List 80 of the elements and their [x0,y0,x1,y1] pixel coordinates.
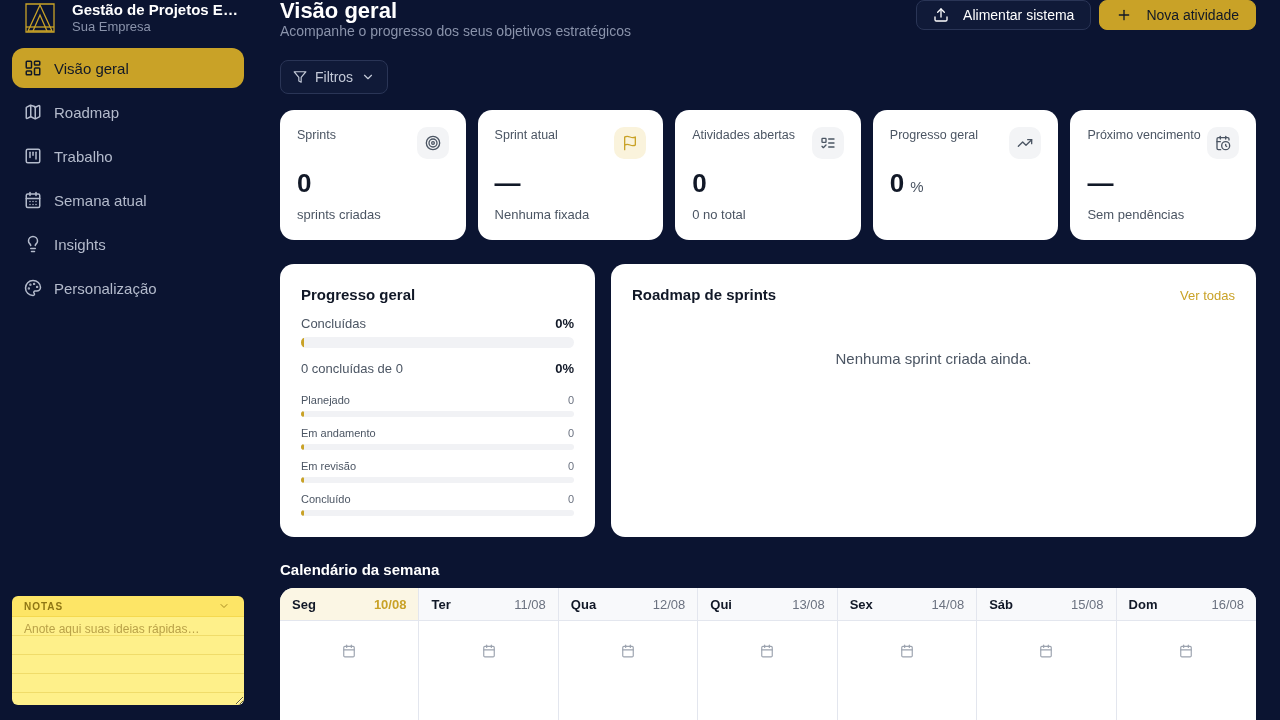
day-name: Qui [710,596,732,612]
stat-label: Próximo vencimento [1087,127,1201,143]
filter-icon [293,70,307,84]
stat-caption: sprints criadas [297,206,381,224]
feed-system-button[interactable]: Alimentar sistema [916,0,1092,30]
day-date: 14/08 [931,596,965,612]
kanban-board-icon [24,147,42,165]
day-date: 11/08 [514,596,546,612]
calendar-icon [481,644,496,658]
progress-detail: 0 concluídas de 0 [301,360,403,378]
calendar-icon [342,644,357,658]
day-date: 15/08 [1071,596,1104,612]
progress-percent: 0% [555,360,574,378]
section-title: Calendário da semana [280,560,440,580]
notes-field[interactable]: Anote aqui suas ideias rápidas… [12,617,244,705]
day-name: Sex [849,596,873,612]
upload-icon [933,7,950,23]
day-name: Sáb [989,596,1013,612]
stat-label: Sprints [297,127,336,143]
calendar-icon [760,644,775,658]
company-name: Sua Empresa [72,19,152,35]
card-title: Progresso geral [301,285,417,305]
status-count: 0 [567,459,574,473]
stat-unit: % [910,178,924,195]
nav-item[interactable]: Trabalho [12,136,244,176]
empty-message: Nenhuma sprint criada ainda. [835,350,1032,368]
stat-value: 0 [297,169,312,197]
trending-up-icon [1009,127,1042,159]
nav-item[interactable]: Personalização [12,268,244,308]
status-label: Em revisão [301,459,357,473]
status-count: 0 [567,492,574,506]
flag-icon [614,127,647,159]
status-label: Planejado [301,393,350,407]
day-name: Ter [431,596,451,612]
calendar-icon [621,644,636,658]
calendar-clock-icon [1207,127,1239,159]
notes-title: NOTAS [24,600,64,612]
stat-caption: Nenhuma fixada [494,206,590,224]
stat-value: — [1087,169,1114,197]
checklist-icon [811,127,844,159]
map-icon [24,103,42,121]
status-count: 0 [567,426,574,440]
status-count: 0 [567,393,574,407]
nav-item[interactable]: Roadmap [12,92,244,132]
calendar-icon [1179,644,1194,658]
stat-caption: 0 no total [692,206,746,224]
calendar-icon [899,644,914,658]
day-name: Dom [1128,596,1158,612]
day-date: 13/08 [792,596,825,612]
palette-icon [24,279,42,297]
nav-item[interactable]: Insights [12,224,244,264]
progress-percent: 0% [555,315,574,333]
calendar-icon [1039,644,1054,658]
nav-item[interactable]: Semana atual [12,180,244,220]
target-icon [416,127,449,159]
logo-icon [24,3,56,33]
new-activity-button[interactable]: Nova atividade [1099,0,1256,30]
card-title: Roadmap de sprints [632,285,777,305]
nav-item[interactable]: Visão geral [12,48,244,88]
stat-label: Sprint atual [494,127,558,143]
day-date: 16/08 [1211,596,1244,612]
calendar-icon [24,191,42,209]
day-name: Qua [570,596,597,612]
day-name: Seg [292,596,316,612]
stat-value: 0 [889,169,905,197]
stat-value: — [494,169,521,197]
stat-caption: Sem pendências [1087,206,1185,224]
day-date: 10/08 [373,596,407,612]
status-label: Em andamento [301,426,376,440]
stat-label: Atividades abertas [692,127,796,143]
progress-label: Concluídas [301,315,367,333]
stat-value: 0 [692,169,707,197]
day-date: 12/08 [652,596,686,612]
stat-label: Progresso geral [889,127,979,143]
status-label: Concluído [301,492,351,506]
page-subtitle: Acompanhe o progresso dos seus objetivos estratégicos [280,23,631,40]
dashboard-grid-icon [24,59,42,77]
page-title: Visão geral [280,0,398,22]
brand-name: Gestão de Projetos E… [72,1,238,19]
filters-dropdown[interactable]: Filtros [280,60,389,94]
